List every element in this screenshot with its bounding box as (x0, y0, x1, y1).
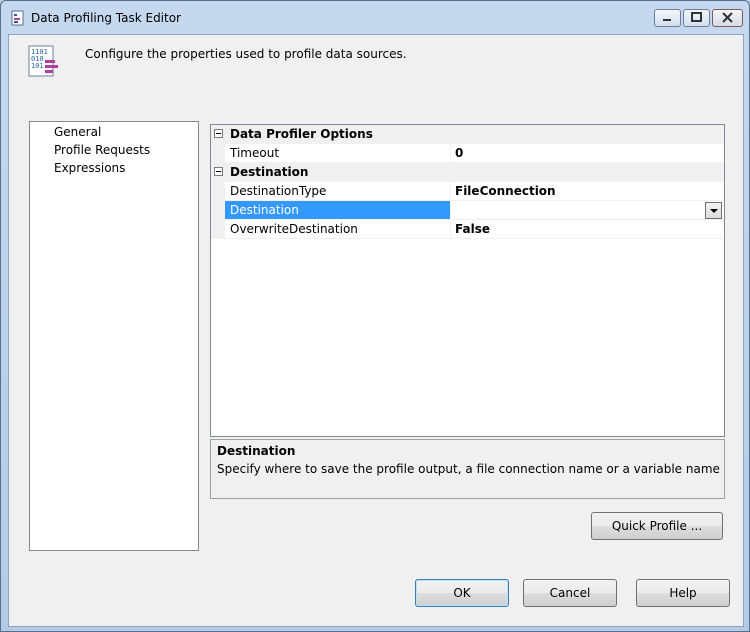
collapse-icon[interactable] (214, 129, 223, 138)
svg-text:101: 101 (31, 62, 44, 70)
nav-panel: General Profile Requests Expressions (29, 121, 199, 551)
property-name: Timeout (230, 146, 280, 160)
data-profiling-icon: 1101 010 101 (28, 45, 58, 77)
property-row-destination[interactable]: Destination (211, 201, 724, 220)
chevron-down-icon (710, 209, 718, 213)
category-label: Data Profiler Options (230, 127, 373, 141)
dialog-client: 1101 010 101 Configure the properties us… (8, 34, 744, 627)
nav-item-expressions[interactable]: Expressions (54, 161, 125, 175)
category-label: Destination (230, 165, 309, 179)
cancel-button[interactable]: Cancel (523, 579, 617, 607)
window-title: Data Profiling Task Editor (31, 11, 181, 25)
maximize-icon (691, 12, 702, 22)
property-row-destination-type[interactable]: DestinationType FileConnection (211, 182, 724, 201)
quick-profile-button[interactable]: Quick Profile ... (591, 512, 723, 540)
property-row-timeout[interactable]: Timeout 0 (211, 144, 724, 163)
description-title: Destination (217, 444, 296, 458)
header-description: Configure the properties used to profile… (85, 47, 407, 61)
minimize-icon (663, 19, 671, 21)
dropdown-button[interactable] (705, 202, 722, 219)
title-bar[interactable]: Data Profiling Task Editor (1, 1, 749, 35)
minimize-button[interactable] (654, 9, 681, 27)
property-row-overwrite-destination[interactable]: OverwriteDestination False (211, 220, 724, 239)
task-editor-icon (11, 10, 24, 26)
help-button[interactable]: Help (636, 579, 730, 607)
property-name: Destination (230, 203, 299, 217)
property-value[interactable]: False (455, 222, 490, 236)
close-button[interactable] (712, 9, 743, 27)
property-grid: Data Profiler Options Timeout 0 Destinat… (210, 124, 725, 437)
dialog-window: Data Profiling Task Editor 1101 010 101 … (0, 0, 750, 632)
property-name: DestinationType (230, 184, 327, 198)
maximize-button[interactable] (683, 9, 710, 27)
category-row-data-profiler-options: Data Profiler Options (211, 125, 724, 144)
description-text: Specify where to save the profile output… (217, 462, 720, 476)
dialog-header: 1101 010 101 Configure the properties us… (9, 35, 743, 120)
close-icon (722, 12, 733, 23)
nav-item-profile-requests[interactable]: Profile Requests (54, 143, 150, 157)
collapse-icon[interactable] (214, 167, 223, 176)
property-name: OverwriteDestination (230, 222, 358, 236)
category-row-destination: Destination (211, 163, 724, 182)
property-value[interactable]: 0 (455, 146, 463, 160)
nav-item-general[interactable]: General (54, 125, 101, 139)
property-description-panel: Destination Specify where to save the pr… (210, 439, 725, 499)
property-value[interactable]: FileConnection (455, 184, 556, 198)
ok-button[interactable]: OK (415, 579, 509, 607)
